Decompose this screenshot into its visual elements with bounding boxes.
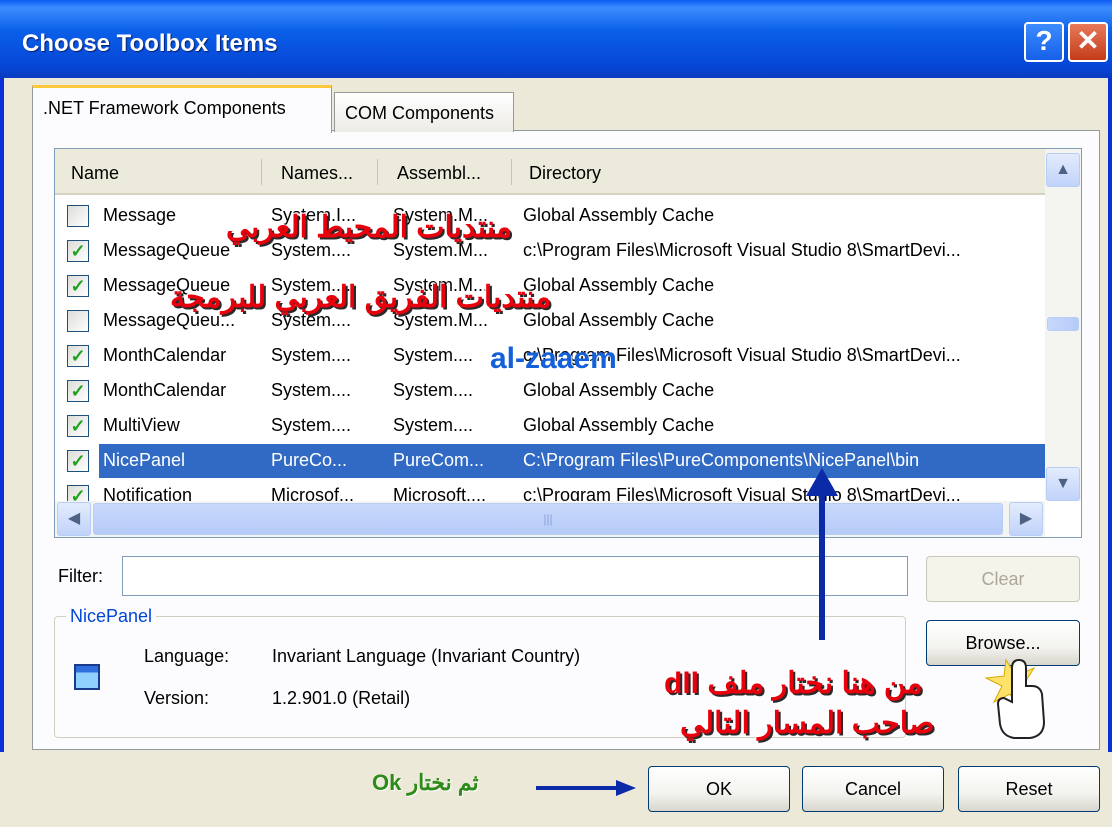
instruction-line-2: صاحب المسار التالي	[680, 707, 935, 740]
checkbox-checked[interactable]: ✓	[67, 240, 89, 262]
checkbox-checked[interactable]: ✓	[67, 345, 89, 367]
row-directory: c:\Program Files\Microsoft Visual Studio…	[523, 240, 961, 260]
details-group-title: NicePanel	[66, 606, 157, 627]
horizontal-scrollbar[interactable]: ◀ ||| ▶	[55, 501, 1045, 537]
scroll-left-icon[interactable]: ◀	[57, 502, 91, 536]
forum-watermark-2: منتديات الفريق العربي للبرمجة	[170, 281, 552, 314]
component-icon	[74, 664, 100, 690]
window-title: Choose Toolbox Items	[22, 30, 278, 57]
table-row[interactable]: ✓ MonthCalendar System.... System.... Global…	[55, 374, 1045, 408]
browse-button[interactable]: Browse...	[926, 620, 1080, 666]
language-label: Language:	[144, 646, 230, 666]
clear-button[interactable]: Clear	[926, 556, 1080, 602]
row-name: MonthCalendar	[103, 345, 227, 365]
checkbox-unchecked[interactable]	[67, 205, 89, 227]
row-name: Message	[103, 205, 177, 225]
version-label: Version:	[144, 688, 210, 708]
row-directory: Global Assembly Cache	[523, 415, 715, 435]
table-row[interactable]: ✓ MessageQueue System.... System.M... c:\Pro…	[55, 234, 1045, 268]
tab-com-components[interactable]: COM Components	[334, 92, 514, 132]
table-row[interactable]: ✓ MultiView System.... System.... Global Ass…	[55, 409, 1045, 443]
dialog-footer	[0, 752, 1112, 827]
row-directory: C:\Program Files\PureComponents\NicePane…	[523, 450, 920, 470]
column-name[interactable]: Name	[71, 163, 119, 184]
help-button[interactable]: ?	[1024, 22, 1064, 62]
row-directory: Global Assembly Cache	[523, 380, 715, 400]
row-directory: Global Assembly Cache	[523, 310, 715, 330]
column-assembly[interactable]: Assembl...	[397, 163, 481, 184]
table-row[interactable]: ✓ NicePanel PureCo... PureCom... C:\Program …	[55, 444, 1045, 478]
ok-hint-label: Ok ثم نختار	[372, 770, 479, 795]
row-directory: Global Assembly Cache	[523, 205, 715, 225]
column-divider[interactable]	[377, 159, 378, 185]
title-bar[interactable]: Choose Toolbox Items ? ✕	[0, 0, 1112, 78]
list-header: Name Names... Assembl... Directory	[55, 149, 1045, 195]
filter-input[interactable]	[122, 556, 908, 596]
vertical-scrollbar[interactable]: ▲ ▼	[1045, 149, 1081, 501]
row-name: MonthCalendar	[103, 380, 227, 400]
cancel-button[interactable]: Cancel	[802, 766, 944, 812]
checkbox-checked[interactable]: ✓	[67, 275, 89, 297]
close-button[interactable]: ✕	[1068, 22, 1108, 62]
instruction-line-1: dll من هنا نختار ملف	[664, 667, 923, 700]
horizontal-scroll-thumb[interactable]: |||	[93, 503, 1003, 535]
reset-button[interactable]: Reset	[958, 766, 1100, 812]
row-name: NicePanel	[103, 450, 186, 470]
row-assembly: System....	[393, 380, 474, 400]
column-divider[interactable]	[261, 159, 262, 185]
filter-label: Filter:	[58, 566, 103, 586]
row-namespace: System....	[271, 380, 352, 400]
vertical-scroll-thumb[interactable]	[1047, 317, 1079, 331]
checkbox-checked[interactable]: ✓	[67, 415, 89, 437]
table-row[interactable]: Message System.I... System.M... Global Asse…	[55, 199, 1045, 233]
column-divider[interactable]	[511, 159, 512, 185]
scroll-down-icon[interactable]: ▼	[1046, 467, 1080, 501]
row-assembly: System....	[393, 345, 474, 365]
scroll-up-icon[interactable]: ▲	[1046, 153, 1080, 187]
ok-button[interactable]: OK	[648, 766, 790, 812]
row-directory: Global Assembly Cache	[523, 275, 715, 295]
row-namespace: System....	[271, 345, 352, 365]
forum-watermark-1: منتديات المحيط العربي	[226, 211, 512, 244]
column-directory[interactable]: Directory	[529, 163, 601, 184]
row-name: MessageQueue	[103, 240, 231, 260]
scroll-right-icon[interactable]: ▶	[1009, 502, 1043, 536]
language-value: Invariant Language (Invariant Country)	[272, 646, 581, 666]
tab-net-framework-components[interactable]: .NET Framework Components	[32, 85, 332, 133]
checkbox-checked[interactable]: ✓	[67, 380, 89, 402]
row-name: MultiView	[103, 415, 180, 435]
row-namespace: PureCo...	[271, 450, 348, 470]
row-assembly: PureCom...	[393, 450, 485, 470]
row-namespace: System....	[271, 415, 352, 435]
checkbox-checked[interactable]: ✓	[67, 450, 89, 472]
checkbox-unchecked[interactable]	[67, 310, 89, 332]
author-watermark: al-zaaem	[490, 342, 617, 375]
column-namespace[interactable]: Names...	[281, 163, 353, 184]
row-assembly: System....	[393, 415, 474, 435]
version-value: 1.2.901.0 (Retail)	[272, 688, 411, 708]
